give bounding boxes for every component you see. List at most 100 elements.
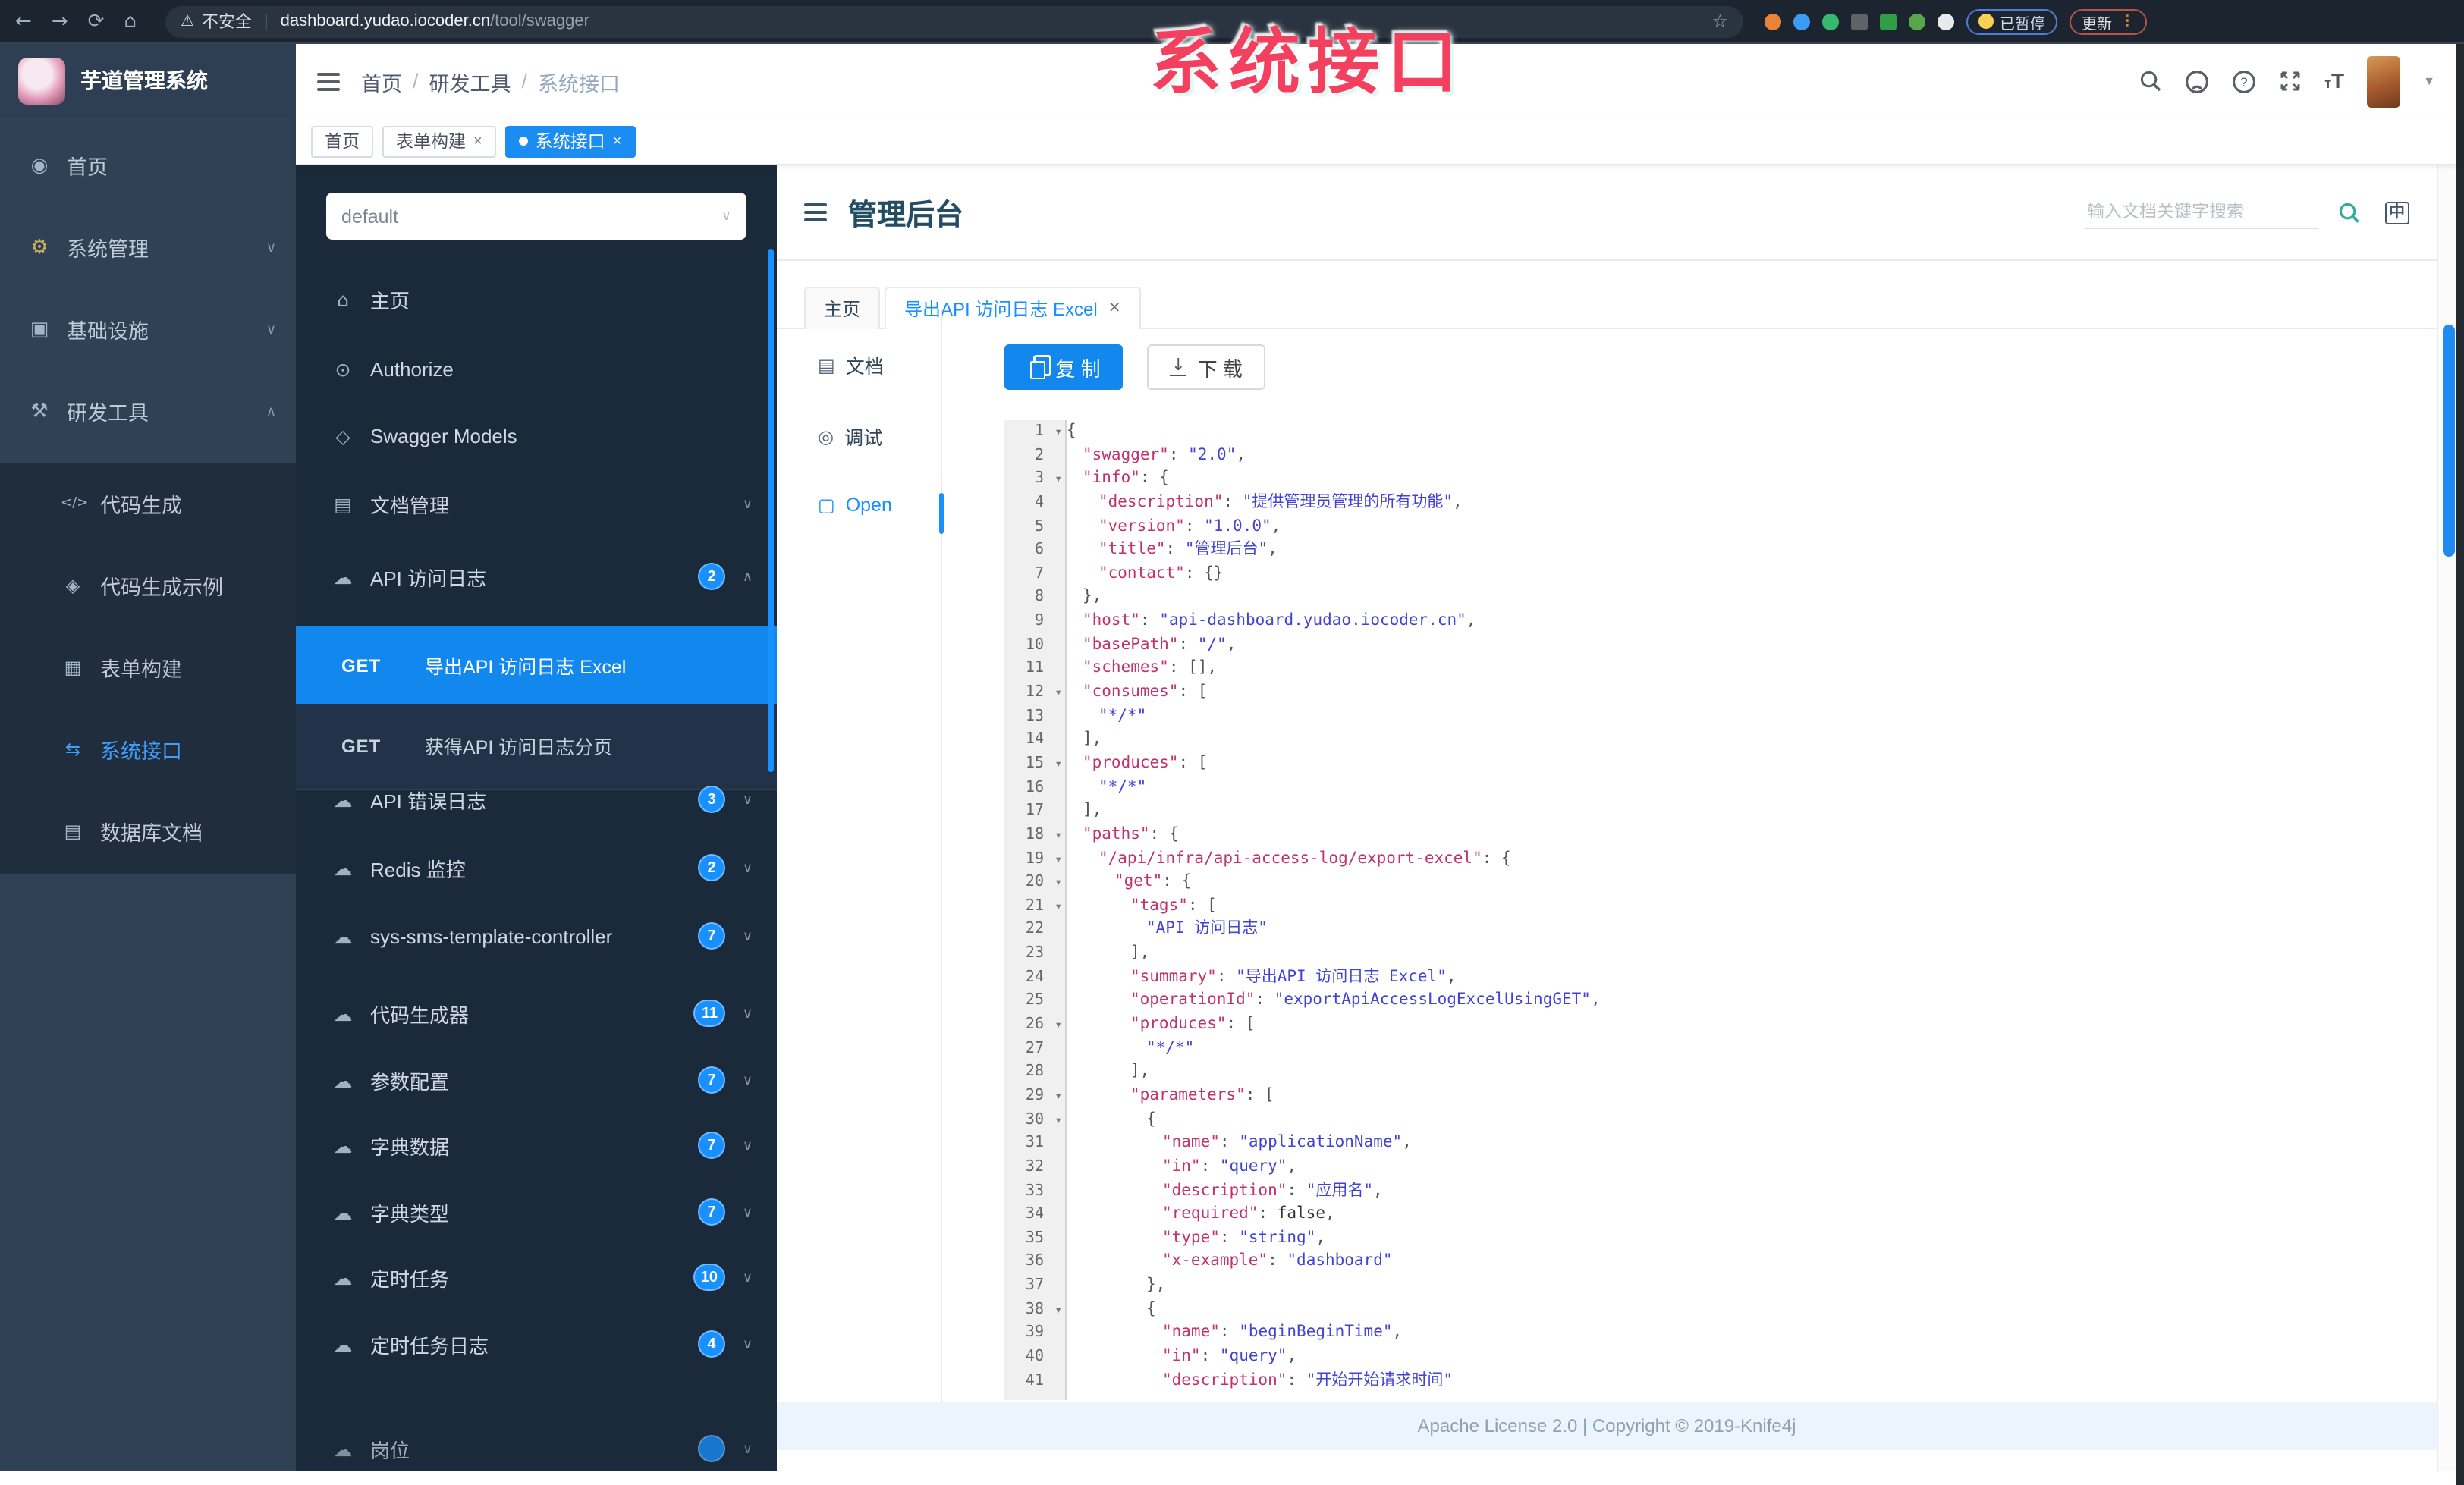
sidebar-item[interactable]: ▣ 基础设施 ∨ bbox=[0, 308, 296, 350]
fold-icon[interactable]: ▾ bbox=[1054, 681, 1062, 705]
swagger-sidebar-scrollbar[interactable] bbox=[768, 249, 774, 772]
close-icon[interactable]: ✕ bbox=[1108, 300, 1121, 317]
ext-green-square-icon[interactable] bbox=[1879, 13, 1897, 30]
close-icon[interactable]: × bbox=[473, 133, 482, 149]
doc-nav-调试[interactable]: ◎ 调试 bbox=[777, 422, 941, 451]
doc-nav-文档[interactable]: ▤ 文档 bbox=[777, 350, 941, 379]
form-icon: ▦ bbox=[64, 657, 82, 678]
group-select[interactable]: default ∨ bbox=[326, 193, 746, 240]
sidebar-item[interactable]: ⚙ 系统管理 ∨ bbox=[0, 226, 296, 268]
ext-blue-drop-icon[interactable] bbox=[1793, 13, 1810, 30]
sidebar-item[interactable]: ◉ 首页 bbox=[0, 144, 296, 187]
ext-grid-icon[interactable] bbox=[1850, 13, 1868, 30]
help-icon[interactable]: ? bbox=[2232, 69, 2256, 93]
reload-icon[interactable]: ⟳ bbox=[88, 10, 105, 33]
swagger-menu-item[interactable]: ⊙ Authorize bbox=[296, 347, 777, 390]
paused-badge[interactable]: 已暂停 bbox=[1966, 8, 2057, 34]
sidebar-subitem[interactable]: </> 代码生成 bbox=[0, 463, 296, 545]
ext-puzzle-icon[interactable] bbox=[1937, 13, 1954, 30]
security-label[interactable]: 不安全 bbox=[202, 9, 252, 33]
swagger-menu-item[interactable]: ☁ API 错误日志 3 ∨ bbox=[296, 778, 777, 821]
ext-green-circle-icon[interactable] bbox=[1821, 13, 1839, 30]
download-icon: ↓ bbox=[1170, 355, 1187, 376]
copy-button[interactable]: 复 制 bbox=[1004, 344, 1123, 390]
ext-leaf-icon[interactable] bbox=[1908, 13, 1925, 30]
user-caret-icon[interactable]: ▼ bbox=[2423, 74, 2435, 88]
sidebar-subitem[interactable]: ▤ 数据库文档 bbox=[0, 790, 296, 872]
sidebar-subitem[interactable]: ◈ 代码生成示例 bbox=[0, 545, 296, 626]
swagger-menu-item[interactable]: ☁ 定时任务日志 4 ∨ bbox=[296, 1323, 777, 1365]
collapse-menu-icon[interactable] bbox=[804, 203, 827, 221]
address-bar[interactable]: ⚠ 不安全 | dashboard.yudao.iocoder.cn/tool/… bbox=[165, 5, 1743, 37]
swagger-menu-item[interactable]: ☁ 代码生成器 11 ∨ bbox=[296, 992, 777, 1034]
breadcrumb-item[interactable]: 研发工具 bbox=[429, 66, 511, 96]
fold-icon[interactable]: ▾ bbox=[1054, 871, 1062, 894]
swagger-menu-item[interactable]: ☁ 参数配置 7 ∨ bbox=[296, 1059, 777, 1101]
fold-icon[interactable]: ▾ bbox=[1054, 1298, 1062, 1321]
fold-icon[interactable]: ▾ bbox=[1054, 752, 1062, 776]
code-line: }, bbox=[1146, 1276, 1166, 1295]
fold-icon[interactable]: ▾ bbox=[1054, 1013, 1062, 1037]
sidebar-subitem[interactable]: ▦ 表单构建 bbox=[0, 626, 296, 708]
doc-nav-open[interactable]: ▢ Open bbox=[777, 494, 941, 516]
swagger-menu-item[interactable]: ☁ 字典数据 7 ∨ bbox=[296, 1124, 777, 1166]
fold-icon[interactable]: ▾ bbox=[1054, 895, 1062, 918]
fold-icon[interactable]: ▾ bbox=[1054, 1085, 1062, 1108]
browser-home-icon[interactable]: ⌂ bbox=[124, 10, 137, 33]
swagger-menu-item[interactable]: ☁ Redis 监控 2 ∨ bbox=[296, 846, 777, 889]
tag-item[interactable]: 首页 bbox=[311, 125, 373, 157]
fold-icon[interactable]: ▾ bbox=[1054, 1108, 1062, 1132]
language-icon[interactable]: 中 bbox=[2384, 201, 2409, 224]
tag-active[interactable]: 系统接口 × bbox=[504, 125, 636, 157]
fold-icon[interactable]: ▾ bbox=[1054, 468, 1062, 491]
swagger-menu-item[interactable]: ☁ 定时任务 10 ∨ bbox=[296, 1256, 777, 1298]
count-badge: 4 bbox=[698, 1330, 725, 1358]
gutter-line-number: 28 bbox=[1025, 1063, 1044, 1081]
code-editor[interactable]: {"swagger": "2.0", "info": {"description"… bbox=[1067, 420, 2432, 1400]
page-scrollbar[interactable] bbox=[2437, 165, 2456, 1471]
back-icon[interactable]: ← bbox=[15, 10, 32, 33]
ext-orange-icon[interactable] bbox=[1764, 13, 1781, 30]
hamburger-icon[interactable] bbox=[317, 72, 340, 90]
page-scrollbar-thumb[interactable] bbox=[2442, 325, 2454, 557]
search-icon[interactable] bbox=[2139, 70, 2162, 93]
fold-icon[interactable]: ▾ bbox=[1054, 420, 1062, 444]
gutter-line-number: 31 bbox=[1025, 1135, 1044, 1152]
user-avatar[interactable] bbox=[2367, 55, 2401, 107]
fullscreen-icon[interactable] bbox=[2279, 70, 2302, 93]
bookmark-star-icon[interactable]: ☆ bbox=[1711, 11, 1728, 32]
gutter-line-number: 29 ▾ bbox=[1004, 1085, 1065, 1108]
forward-icon[interactable]: → bbox=[52, 10, 68, 33]
breadcrumb-item[interactable]: 系统接口 bbox=[538, 66, 620, 96]
tag-item[interactable]: 表单构建 × bbox=[382, 125, 496, 157]
fold-icon[interactable]: ▾ bbox=[1054, 824, 1062, 847]
download-button[interactable]: ↓ 下 载 bbox=[1147, 344, 1265, 390]
doc-tab[interactable]: 导出API 访问日志 Excel ✕ bbox=[885, 287, 1141, 329]
doc-search-icon[interactable] bbox=[2337, 201, 2360, 224]
code-line: "tags": [ bbox=[1130, 896, 1217, 915]
breadcrumb-item[interactable]: 首页 bbox=[361, 66, 402, 96]
font-size-icon[interactable]: тT bbox=[2324, 68, 2344, 95]
swagger-menu-item[interactable]: ☁ 岗位 ∨ bbox=[296, 1427, 777, 1470]
close-icon[interactable]: × bbox=[613, 133, 622, 149]
swagger-menu-item[interactable]: ◇ Swagger Models bbox=[296, 414, 777, 457]
doc-tab[interactable]: 主页 bbox=[804, 287, 881, 329]
swagger-api-item[interactable]: GET 获得API 访问日志分页 bbox=[296, 704, 777, 787]
gutter-line-number: 1 ▾ bbox=[1004, 420, 1065, 444]
swagger-menu-item[interactable]: ▤ 文档管理 ∨ bbox=[296, 482, 777, 525]
fold-icon[interactable]: ▾ bbox=[1054, 847, 1062, 871]
swagger-menu-item[interactable]: ⌂ 主页 bbox=[296, 278, 777, 320]
count-badge: 11 bbox=[693, 1000, 725, 1027]
doc-search-input[interactable] bbox=[2084, 196, 2318, 228]
code-line: "type": "string", bbox=[1162, 1228, 1325, 1247]
swagger-menu-item[interactable]: ☁ API 访问日志 2 ∧ bbox=[296, 555, 777, 598]
github-icon[interactable] bbox=[2185, 69, 2209, 93]
swagger-menu-item[interactable]: ☁ sys-sms-template-controller 7 ∨ bbox=[296, 915, 777, 957]
sidebar-subitem[interactable]: ⇆ 系统接口 bbox=[0, 708, 296, 790]
update-button[interactable]: 更新 ⋮ bbox=[2069, 8, 2147, 34]
sidebar-item[interactable]: ⚒ 研发工具 ∧ bbox=[0, 390, 296, 432]
logo-row[interactable]: 芋道管理系统 bbox=[0, 44, 296, 117]
swagger-menu-item[interactable]: ☁ 字典类型 7 ∨ bbox=[296, 1191, 777, 1233]
swagger-api-item[interactable]: GET 导出API 访问日志 Excel bbox=[296, 626, 777, 704]
browser-menu-icon[interactable]: ⋮ bbox=[2120, 13, 2135, 30]
